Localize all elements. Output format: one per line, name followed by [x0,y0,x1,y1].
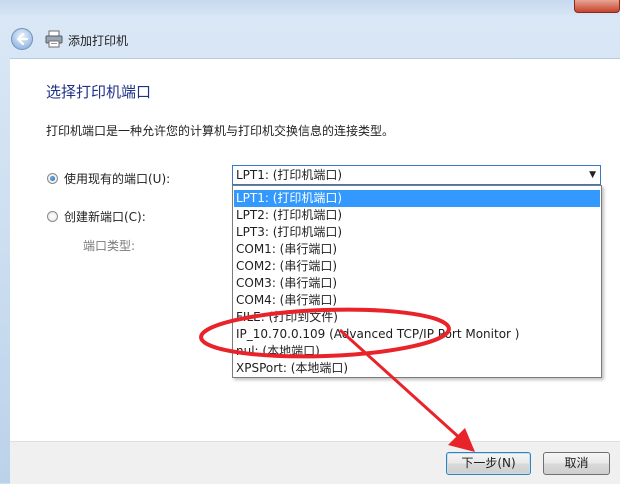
next-button[interactable]: 下一步(N) [446,452,531,475]
port-option[interactable]: LPT2: (打印机端口) [234,207,600,224]
cancel-button[interactable]: 取消 [543,452,610,475]
port-option[interactable]: FILE: (打印到文件) [234,309,600,326]
port-option[interactable]: COM3: (串行端口) [234,275,600,292]
use-existing-port-option[interactable]: 使用现有的端口(U): [47,170,170,187]
port-option[interactable]: COM1: (串行端口) [234,241,600,258]
use-existing-port-label: 使用现有的端口(U): [64,172,171,186]
create-new-port-radio[interactable] [47,211,58,222]
title-bar [0,0,620,16]
port-dropdown-list[interactable]: LPT1: (打印机端口) LPT2: (打印机端口) LPT3: (打印机端口) C… [232,185,602,378]
window-frame: 添加打印机 选择打印机端口 打印机端口是一种允许您的计算机与打印机交换信息的连接… [0,0,620,484]
port-select[interactable]: LPT1: (打印机端口) ▼ [232,165,601,185]
port-option[interactable]: COM2: (串行端口) [234,258,600,275]
back-button[interactable] [11,28,33,50]
close-button[interactable] [574,0,620,13]
back-arrow-icon [16,33,28,45]
port-option[interactable]: COM4: (串行端口) [234,292,600,309]
port-select-value: LPT1: (打印机端口) [236,168,343,182]
port-option[interactable]: LPT3: (打印机端口) [234,224,600,241]
port-type-label: 端口类型: [83,239,136,253]
port-option[interactable]: IP_10.70.0.109 (Advanced TCP/IP Port Mon… [234,326,600,343]
page-description: 打印机端口是一种允许您的计算机与打印机交换信息的连接类型。 [46,124,395,138]
port-option[interactable]: nul: (本地端口) [234,343,600,360]
printer-icon [45,30,63,48]
use-existing-port-radio[interactable] [47,173,58,184]
page-title: 选择打印机端口 [46,83,152,101]
dialog-footer: 下一步(N) 取消 [10,441,620,484]
dialog-header: 添加打印机 [0,20,620,58]
port-option[interactable]: XPSPort: (本地端口) [234,360,600,377]
dialog-content: 选择打印机端口 打印机端口是一种允许您的计算机与打印机交换信息的连接类型。 使用… [10,58,620,442]
create-new-port-label: 创建新端口(C): [64,210,146,224]
window-title: 添加打印机 [68,34,129,48]
chevron-down-icon[interactable]: ▼ [589,166,596,184]
port-option[interactable]: LPT1: (打印机端口) [234,190,600,207]
create-new-port-option[interactable]: 创建新端口(C): [47,208,146,225]
